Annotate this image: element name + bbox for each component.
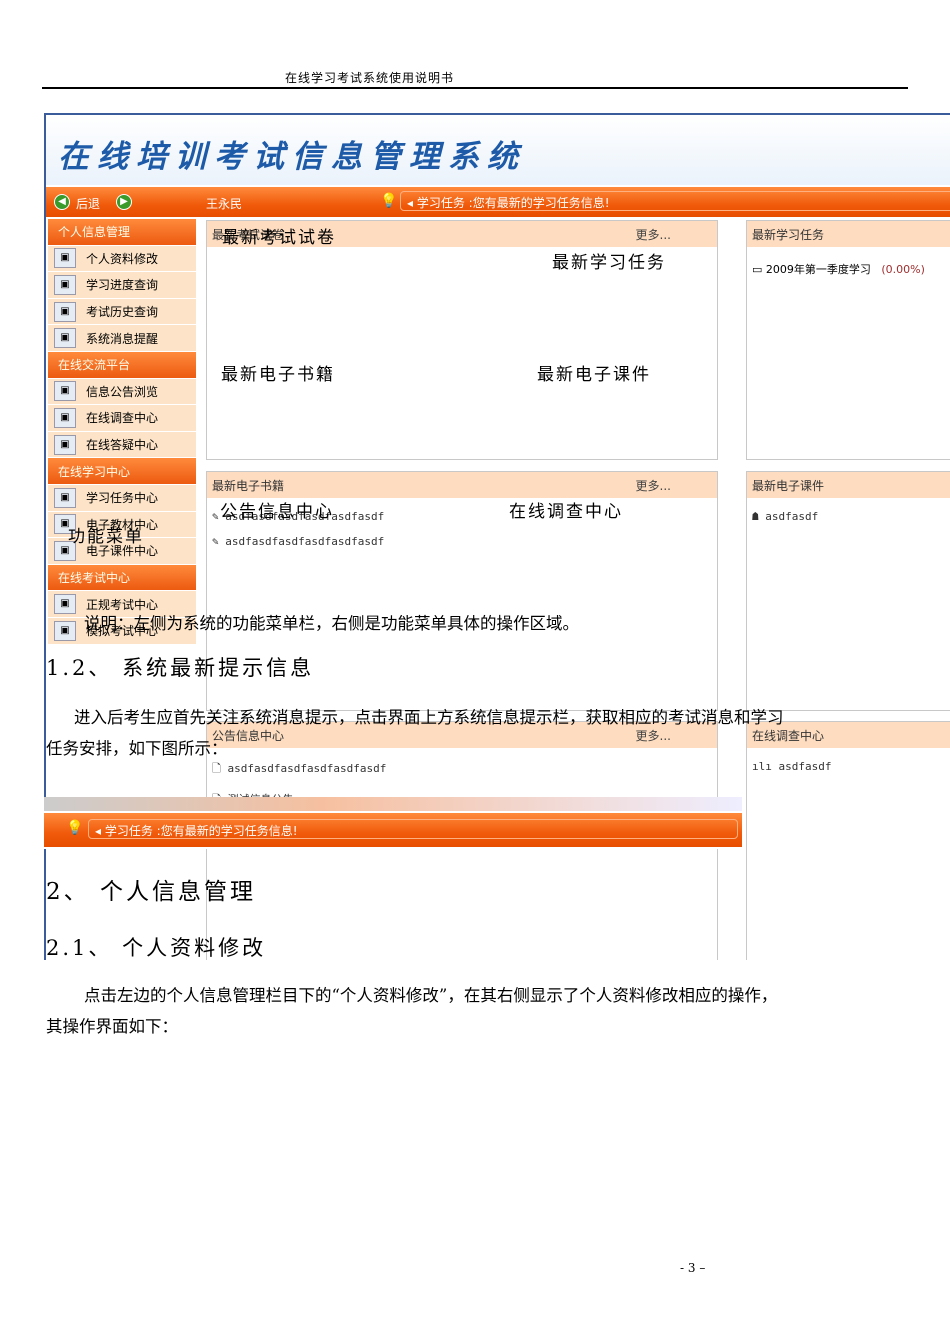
header-rule [42, 87, 908, 89]
lightbulb-icon: 💡 [66, 820, 84, 836]
sidebar-section-header[interactable]: 个人信息管理 [48, 219, 196, 246]
sidebar-item[interactable]: ▣ 个人资料修改 [48, 245, 196, 273]
sidebar-item-label: 学习进度查询 [86, 278, 159, 293]
forward-arrow-icon[interactable]: ▶ [116, 194, 132, 210]
menu-item-icon: ▣ [54, 434, 76, 455]
sidebar-item-label: 在线答疑中心 [86, 438, 159, 453]
annotation-menu: 功能菜单 [68, 527, 144, 547]
task-progress: (0.00%) [881, 263, 925, 276]
section-heading-1-2: 1.2、 系统最新提示信息 [46, 656, 315, 680]
sidebar-section-header[interactable]: 在线考试中心 [48, 564, 196, 592]
sidebar-item[interactable]: ▣ 在线答疑中心 [48, 431, 196, 459]
sidebar-item[interactable]: ▣ 在线调查中心 [48, 405, 196, 432]
list-item[interactable]: 🗋 asdfasdfasdfasdfasdfasdf [207, 760, 717, 779]
more-link[interactable]: 更多... [636, 226, 671, 243]
nav-bar: ◀ 后退 ▶ 王永民 💡 ◂ 学习任务 :您有最新的学习任务信息! [46, 187, 950, 217]
annotation-courseware: 最新电子课件 [537, 365, 651, 385]
task-item[interactable]: ▭ 2009年第一季度学习 (0.00%) [747, 247, 950, 291]
item-text: asdfasdfasdfasdfasdfasdf [225, 535, 385, 548]
annotation-survey: 在线调查中心 [509, 502, 623, 522]
list-item[interactable]: ✎ asdfasdfasdfasdfasdfasdf [207, 535, 717, 548]
back-button[interactable]: 后退 [76, 195, 100, 212]
sidebar-item-label: 学习任务中心 [86, 491, 159, 506]
panel-title: 最新电子书籍 [212, 479, 285, 493]
sidebar-item[interactable]: ▣ 学习进度查询 [48, 272, 196, 299]
annotation-task: 最新学习任务 [552, 253, 666, 273]
panel-courseware: 最新电子课件 ☗ asdfasdf [746, 471, 950, 711]
menu-item-icon: ▣ [54, 381, 76, 402]
menu-item-icon: ▣ [54, 407, 76, 428]
menu-item-icon: ▣ [54, 594, 76, 615]
menu-item-icon: ▣ [54, 328, 76, 349]
sidebar-section-header[interactable]: 在线交流平台 [48, 351, 196, 379]
message-text: 学习任务 :您有最新的学习任务信息! [104, 824, 298, 838]
sidebar-item[interactable]: ▣ 学习任务中心 [48, 484, 196, 512]
sidebar-item-label: 在线调查中心 [86, 411, 159, 426]
item-text: asdfasdf [778, 760, 832, 773]
running-header: 在线学习考试系统使用说明书 [285, 71, 455, 85]
sidebar-item-label: 在线考试中心 [58, 571, 131, 586]
paragraph-line: 点击左边的个人信息管理栏目下的“个人资料修改”，在其右侧显示了个人资料修改相应的… [84, 986, 778, 1005]
menu-item-icon: ▣ [54, 248, 76, 269]
sidebar-menu: 个人信息管理 ▣ 个人资料修改 ▣ 学习进度查询 ▣ 考试历史查询 ▣ 系统消息提醒在线交流平台… [48, 219, 196, 649]
page-number: - 3 – [680, 1261, 706, 1275]
menu-item-icon: ▣ [54, 301, 76, 322]
user-name: 王永民 [206, 197, 243, 211]
sidebar-item-label: 在线交流平台 [58, 358, 131, 373]
sidebar-item-label: 个人资料修改 [86, 251, 159, 266]
task-name: 2009年第一季度学习 [765, 263, 871, 276]
panel-title: 最新电子课件 [752, 479, 825, 493]
message-bar-screenshot: 💡 ◂ 学习任务 :您有最新的学习任务信息! [44, 797, 742, 849]
back-arrow-icon[interactable]: ◀ [54, 194, 70, 210]
annotation-notice: 公告信息中心 [220, 502, 334, 522]
annotation-books: 最新电子书籍 [221, 365, 335, 385]
sidebar-item-label: 在线学习中心 [58, 464, 131, 479]
menu-item-icon: ▣ [54, 620, 76, 641]
sidebar-item-label: 信息公告浏览 [86, 384, 159, 399]
banner-fragment [44, 797, 742, 811]
paragraph-line: 任务安排，如下图所示： [46, 739, 228, 758]
menu-item-icon: ▣ [54, 487, 76, 508]
menu-item-icon: ▣ [54, 274, 76, 295]
section-heading-2: 2、 个人信息管理 [46, 879, 256, 905]
sidebar-item[interactable]: ▣ 考试历史查询 [48, 298, 196, 326]
nav-bar: 💡 ◂ 学习任务 :您有最新的学习任务信息! [44, 813, 742, 847]
app-banner: 在线培训考试信息管理系统 [46, 115, 950, 185]
note-paragraph: 说明：左侧为系统的功能菜单栏，右侧是功能菜单具体的操作区域。 [84, 614, 579, 633]
list-item[interactable]: ☗ asdfasdf [747, 510, 950, 523]
sidebar-section-header[interactable]: 在线学习中心 [48, 458, 196, 485]
item-text: asdfasdfasdfasdfasdfasdf [227, 762, 387, 775]
paragraph-line: 进入后考生应首先关注系统消息提示，点击界面上方系统信息提示栏，获取相应的考试消息… [74, 708, 784, 727]
section-heading-2-1: 2.1、 个人资料修改 [46, 936, 267, 960]
sidebar-item-label: 个人信息管理 [58, 225, 131, 240]
lightbulb-icon: 💡 [380, 193, 398, 209]
panel-title: 最新学习任务 [752, 228, 825, 242]
sidebar-item-label: 考试历史查询 [86, 305, 159, 320]
item-text: asdfasdf [765, 510, 819, 523]
sidebar-item[interactable]: ▣ 系统消息提醒 [48, 325, 196, 352]
message-text: 学习任务 :您有最新的学习任务信息! [416, 196, 610, 210]
annotation-exam: 最新考试试卷 [222, 228, 336, 248]
panel-survey: 在线调查中心 ılı asdfasdf [746, 721, 950, 960]
sidebar-item[interactable]: ▣ 信息公告浏览 [48, 378, 196, 406]
app-title: 在线培训考试信息管理系统 [58, 139, 526, 175]
paragraph-line: 其操作界面如下： [46, 1017, 178, 1036]
message-bar[interactable]: ◂ 学习任务 :您有最新的学习任务信息! [400, 191, 950, 211]
more-link[interactable]: 更多... [636, 477, 671, 494]
message-bar[interactable]: ◂ 学习任务 :您有最新的学习任务信息! [88, 819, 738, 839]
list-item[interactable]: ılı asdfasdf [747, 760, 950, 773]
sidebar-item-label: 系统消息提醒 [86, 331, 159, 346]
panel-latest-tasks: 最新学习任务 ▭ 2009年第一季度学习 (0.00%) [746, 220, 950, 460]
